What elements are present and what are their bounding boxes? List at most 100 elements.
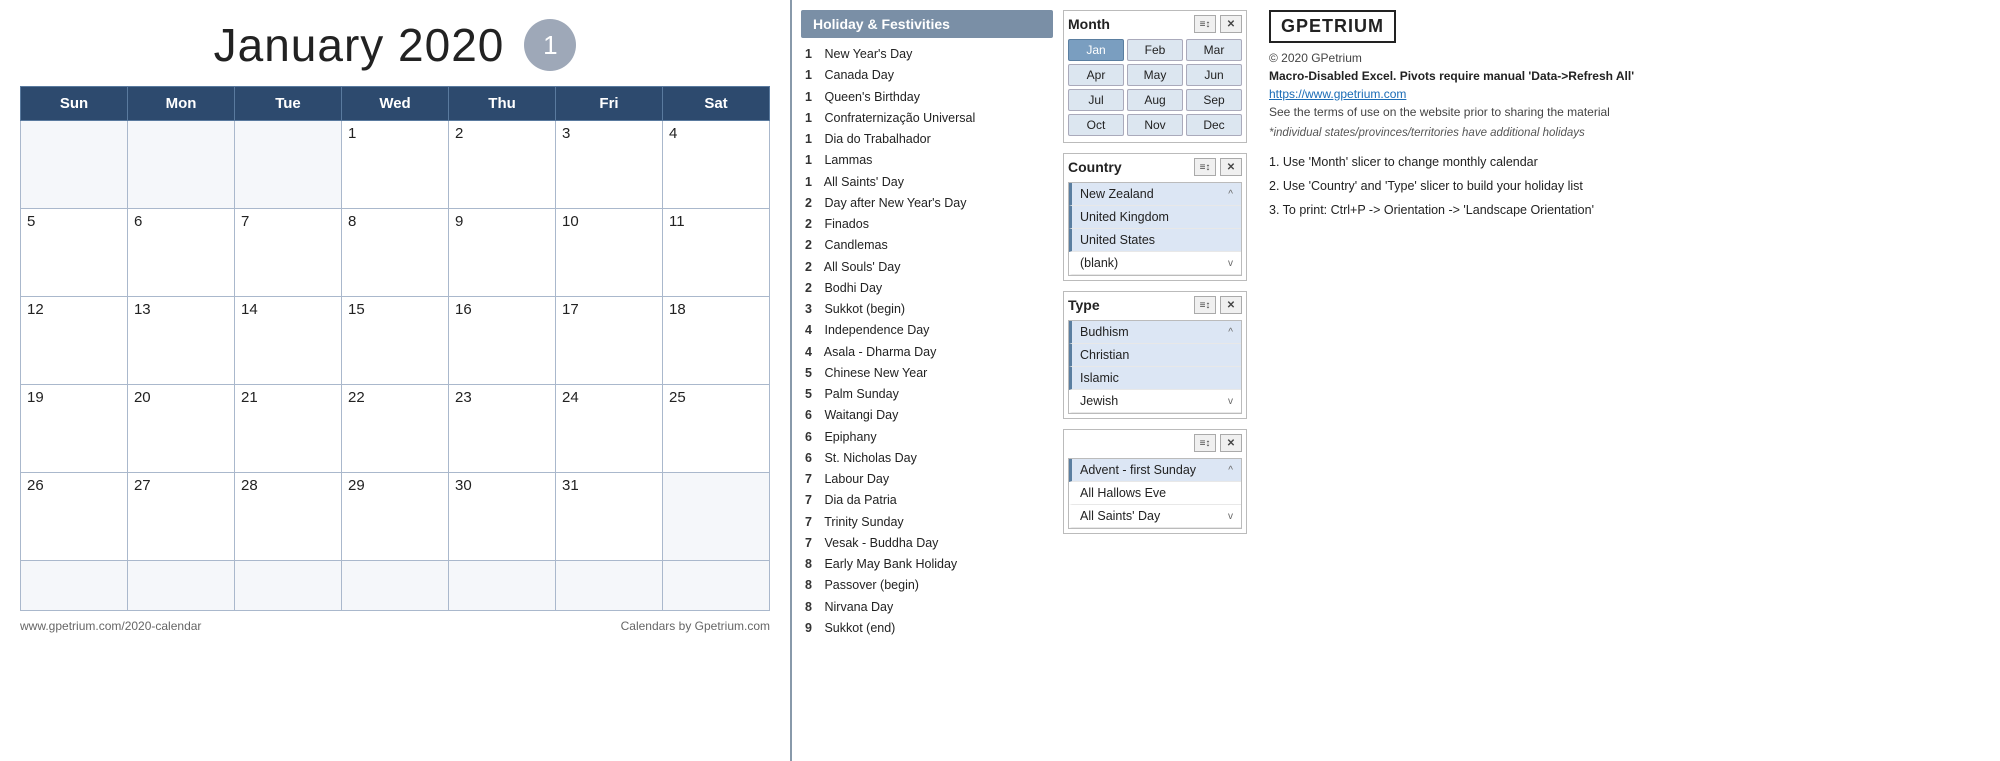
type-slicer-sort-btn[interactable]: ≡↕ [1194,296,1216,314]
calendar-cell[interactable]: 16 [449,297,556,385]
type-slicer-icons: ≡↕ ✕ [1194,296,1242,314]
type-slicer-clear-btn[interactable]: ✕ [1220,296,1242,314]
list-item: 2 Day after New Year's Day [805,193,1053,214]
calendar-cell[interactable]: 23 [449,385,556,473]
calendar-cell[interactable] [341,561,448,611]
month-btn[interactable]: Jun [1186,64,1242,86]
calendar-cell[interactable] [21,561,128,611]
holiday-name-list[interactable]: Advent - first Sunday^All Hallows EveAll… [1068,458,1242,529]
holiday-name-item[interactable]: All Hallows Eve [1069,482,1241,505]
calendar-cell[interactable]: 15 [341,297,448,385]
country-item[interactable]: New Zealand^ [1069,183,1241,206]
calendar-cell[interactable]: 31 [556,473,663,561]
calendar-cell[interactable]: 7 [235,209,342,297]
calendar-cell[interactable]: 10 [556,209,663,297]
month-btn[interactable]: Mar [1186,39,1242,61]
calendar-cell[interactable]: 12 [21,297,128,385]
calendar-cell[interactable]: 21 [235,385,342,473]
country-item[interactable]: United States [1069,229,1241,252]
type-item[interactable]: Islamic [1069,367,1241,390]
calendar-cell[interactable] [662,561,769,611]
list-item: 1 Queen's Birthday [805,87,1053,108]
calendar-cell[interactable]: 1 [341,121,448,209]
country-item[interactable]: (blank)v [1069,252,1241,275]
list-item: 1 All Saints' Day [805,172,1053,193]
month-slicer-sort-btn[interactable]: ≡↕ [1194,15,1216,33]
country-list[interactable]: New Zealand^United KingdomUnited States(… [1068,182,1242,276]
month-btn[interactable]: Sep [1186,89,1242,111]
calendar-cell[interactable]: 22 [341,385,448,473]
country-item[interactable]: United Kingdom [1069,206,1241,229]
country-slicer: Country ≡↕ ✕ New Zealand^United KingdomU… [1063,153,1247,281]
info-link[interactable]: https://www.gpetrium.com [1269,87,1984,101]
calendar-cell[interactable]: 17 [556,297,663,385]
calendar-cell[interactable]: 18 [662,297,769,385]
type-item[interactable]: Christian [1069,344,1241,367]
calendar-cell[interactable]: 19 [21,385,128,473]
instruction-line: 2. Use 'Country' and 'Type' slicer to bu… [1269,175,1984,199]
calendar-cell[interactable] [127,561,234,611]
country-slicer-header: Country ≡↕ ✕ [1068,158,1242,176]
type-slicer-label: Type [1068,297,1100,313]
type-item[interactable]: Budhism^ [1069,321,1241,344]
calendar-cell[interactable]: 27 [127,473,234,561]
month-btn[interactable]: Dec [1186,114,1242,136]
month-btn[interactable]: May [1127,64,1183,86]
list-item: 1 Canada Day [805,65,1053,86]
calendar-cell[interactable]: 11 [662,209,769,297]
list-item: 1 Lammas [805,150,1053,171]
month-slicer-clear-btn[interactable]: ✕ [1220,15,1242,33]
month-btn[interactable]: Oct [1068,114,1124,136]
calendar-cell[interactable] [235,561,342,611]
calendar-cell[interactable] [21,121,128,209]
holiday-name-item[interactable]: Advent - first Sunday^ [1069,459,1241,482]
month-btn[interactable]: Aug [1127,89,1183,111]
calendar-cell[interactable]: 13 [127,297,234,385]
type-item[interactable]: Jewishv [1069,390,1241,413]
list-item: 5 Palm Sunday [805,384,1053,405]
calendar-cell[interactable]: 8 [341,209,448,297]
month-btn[interactable]: Feb [1127,39,1183,61]
holiday-name-item[interactable]: All Saints' Dayv [1069,505,1241,528]
calendar-cell[interactable] [556,561,663,611]
month-btn[interactable]: Jul [1068,89,1124,111]
calendar-cell[interactable]: 3 [556,121,663,209]
calendar-cell[interactable]: 2 [449,121,556,209]
info-instructions: 1. Use 'Month' slicer to change monthly … [1269,151,1984,222]
list-item: 8 Passover (begin) [805,575,1053,596]
calendar-cell[interactable]: 28 [235,473,342,561]
list-item: 7 Vesak - Buddha Day [805,533,1053,554]
month-btn[interactable]: Jan [1068,39,1124,61]
calendar-cell[interactable]: 5 [21,209,128,297]
calendar-cell[interactable]: 29 [341,473,448,561]
calendar-cell[interactable]: 25 [662,385,769,473]
calendar-cell[interactable]: 9 [449,209,556,297]
type-list[interactable]: Budhism^ChristianIslamicJewishv [1068,320,1242,414]
calendar-cell[interactable]: 20 [127,385,234,473]
calendar-cell[interactable] [449,561,556,611]
list-item: 2 Finados [805,214,1053,235]
list-item: 3 Sukkot (begin) [805,299,1053,320]
calendar-section: January 2020 1 SunMonTueWedThuFriSat 123… [0,0,790,761]
calendar-cell[interactable] [662,473,769,561]
section-divider [790,0,792,761]
calendar-cell[interactable] [127,121,234,209]
list-item: 6 Epiphany [805,427,1053,448]
holiday-name-slicer-sort-btn[interactable]: ≡↕ [1194,434,1216,452]
holiday-name-slicer-clear-btn[interactable]: ✕ [1220,434,1242,452]
country-slicer-clear-btn[interactable]: ✕ [1220,158,1242,176]
calendar-cell[interactable]: 30 [449,473,556,561]
calendar-cell[interactable]: 26 [21,473,128,561]
month-slicer-header: Month ≡↕ ✕ [1068,15,1242,33]
month-btn[interactable]: Apr [1068,64,1124,86]
country-slicer-sort-btn[interactable]: ≡↕ [1194,158,1216,176]
list-item: 7 Dia da Patria [805,490,1053,511]
calendar-cell[interactable] [235,121,342,209]
month-btn[interactable]: Nov [1127,114,1183,136]
list-item: 1 Confraternização Universal [805,108,1053,129]
calendar-cell[interactable]: 4 [662,121,769,209]
calendar-cell[interactable]: 14 [235,297,342,385]
calendar-cell[interactable]: 24 [556,385,663,473]
list-item: 1 Dia do Trabalhador [805,129,1053,150]
calendar-cell[interactable]: 6 [127,209,234,297]
